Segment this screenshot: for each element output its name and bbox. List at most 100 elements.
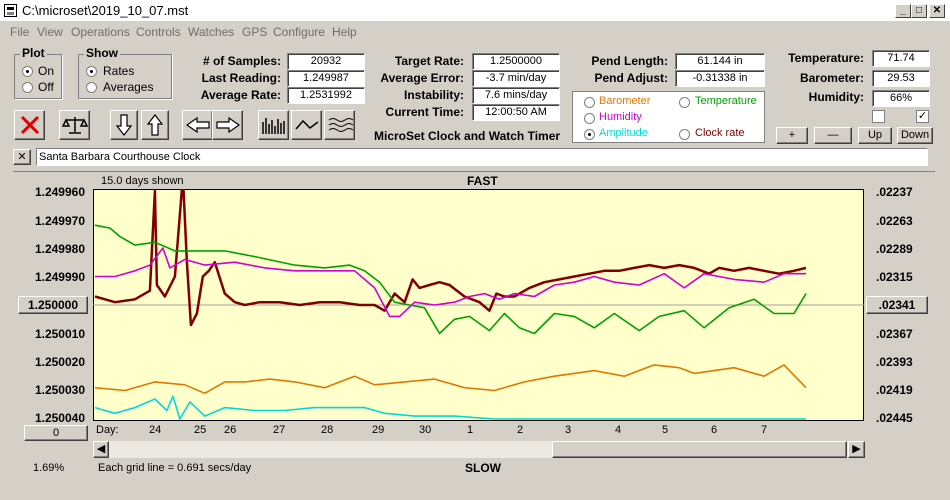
y-right-tick-2: .02289 [876,242,913,256]
instability-label: Instability: [403,88,464,102]
x-tick-24: 24 [149,424,162,436]
samples-field: 20932 [287,53,365,70]
horizontal-scrollbar[interactable]: ◀ ▶ [93,441,865,458]
chart-title: FAST [467,174,498,188]
rates-label: Rates [103,64,135,78]
y-left-tick-7: 1.250030 [34,383,85,397]
y-left-tick-6: 1.250020 [34,355,85,369]
clock-rate-option-label: Clock rate [695,127,745,139]
barometer-radio[interactable] [584,97,595,108]
clock-rate-radio[interactable] [679,129,690,140]
close-window-button[interactable]: ✕ [929,4,945,18]
pend-length-field: 61.144 in [675,53,765,70]
down-button[interactable]: Down [897,127,933,144]
pend-length-label: Pend Length: [591,54,668,68]
menu-bar: File View Operations Controls Watches GP… [0,23,950,41]
line-graph-icon [294,119,318,130]
scroll-right-arrow[interactable]: ▶ [848,441,865,458]
humidity-label: Humidity: [808,90,864,104]
plot-group-title: Plot [20,46,47,60]
scroll-left-button[interactable] [182,110,213,140]
title-bar: C:\microset\2019_10_07.mst _ □ ✕ [0,0,950,22]
increase-button[interactable]: + [776,127,808,144]
average-error-field: -3.7 min/day [472,70,560,87]
bar-graph-icon [261,118,285,134]
clock-name-field[interactable]: Santa Barbara Courthouse Clock [36,148,928,166]
averages-radio[interactable] [86,82,97,93]
x-tick-4: 4 [615,424,622,436]
plot-on-radio[interactable] [22,66,33,77]
x-tick-25: 25 [194,424,207,436]
target-rate-field[interactable]: 1.2500000 [472,53,560,70]
x-tick-5: 5 [662,424,669,436]
barometer-field: 29.53 [872,70,930,87]
x-tick-1: 1 [467,424,474,436]
y-right-tick-1: .02263 [876,214,913,228]
barometer-option-label: Barometer [599,95,651,107]
y-left-tick-5: 1.250010 [34,327,85,341]
amplitude-option-label: Amplitude [599,127,648,139]
arrow-down-icon [115,114,133,136]
temperature-field: 71.74 [872,50,930,67]
x-tick-30: 30 [419,424,432,436]
wave-graph-button[interactable] [324,110,355,140]
x-axis-label: Day: [96,424,119,436]
menu-file[interactable]: File [10,25,29,39]
rates-radio[interactable] [86,66,97,77]
line-graph-button[interactable] [291,110,322,140]
humidity-radio[interactable] [584,113,595,124]
grid-note: Each grid line = 0.691 secs/day [98,462,252,474]
menu-view[interactable]: View [37,25,63,39]
y-right-center-button[interactable]: .02341 [866,296,928,314]
option-checkbox-2[interactable]: ✓ [916,110,929,123]
plot-on-label: On [38,64,55,78]
decrease-button[interactable]: — [814,127,852,144]
menu-operations[interactable]: Operations [71,25,130,39]
days-shown-label: 15.0 days shown [101,175,184,187]
zero-button[interactable]: 0 [24,425,88,441]
y-left-tick-3: 1.249990 [34,270,85,284]
last-reading-label: Last Reading: [201,71,281,85]
x-tick-7: 7 [761,424,768,436]
scrollbar-thumb[interactable] [552,441,847,458]
temperature-option-label: Temperature [695,95,757,107]
shift-down-button[interactable] [110,110,138,140]
plot-off-radio[interactable] [22,82,33,93]
shift-up-button[interactable] [141,110,169,140]
minimize-button[interactable]: _ [895,4,911,18]
option-checkbox-1[interactable] [872,110,885,123]
menu-configure[interactable]: Configure [273,25,325,39]
menu-controls[interactable]: Controls [136,25,181,39]
wave-icon [328,118,353,132]
stop-button[interactable] [14,110,45,140]
balance-button[interactable] [59,110,90,140]
menu-gps[interactable]: GPS [242,25,267,39]
samples-label: # of Samples: [202,54,281,68]
y-left-tick-2: 1.249980 [34,242,85,256]
plot-off-label: Off [38,80,54,94]
menu-help[interactable]: Help [332,25,357,39]
maximize-button[interactable]: □ [911,4,927,18]
red-x-icon [20,115,39,135]
close-clock-button[interactable]: ✕ [13,149,31,165]
scroll-left-arrow[interactable]: ◀ [93,441,109,458]
temperature-label: Temperature: [788,51,864,65]
y-right-tick-7: .02419 [876,383,913,397]
show-group-title: Show [84,46,120,60]
y-left-tick-1: 1.249970 [34,214,85,228]
bar-graph-button[interactable] [258,110,289,140]
y-left-center-button[interactable]: 1.250000 [18,296,88,314]
temperature-radio[interactable] [679,97,690,108]
chart-bottom-label: SLOW [465,461,501,475]
arrow-up-icon [146,114,164,136]
y-right-tick-0: .02237 [876,185,913,199]
scroll-right-button[interactable] [212,110,243,140]
amplitude-radio[interactable] [584,129,595,140]
average-rate-field: 1.2531992 [287,87,365,104]
app-caption: MicroSet Clock and Watch Timer [374,129,561,143]
menu-watches[interactable]: Watches [188,25,234,39]
y-left-tick-0: 1.249960 [34,185,85,199]
y-right-tick-5: .02367 [876,327,913,341]
window-title: C:\microset\2019_10_07.mst [22,3,189,18]
up-button[interactable]: Up [858,127,892,144]
